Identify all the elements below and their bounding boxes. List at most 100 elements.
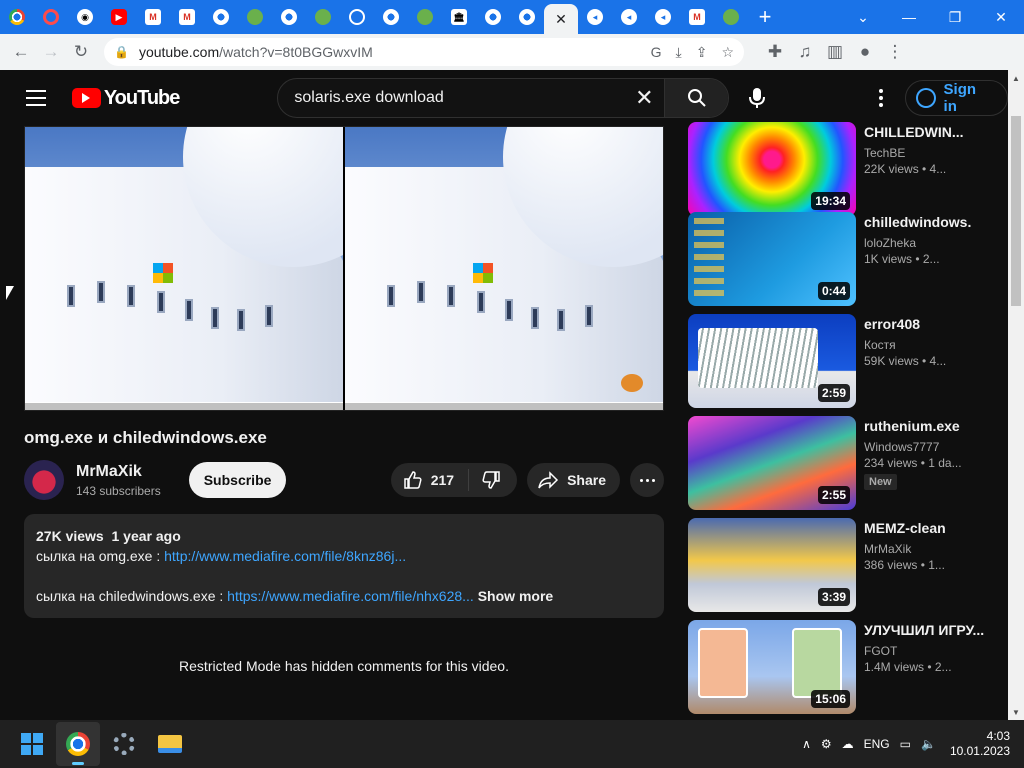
browser-tab[interactable]: [0, 0, 34, 34]
video-thumbnail[interactable]: 15:06: [688, 620, 856, 714]
recommendation-item[interactable]: 19:34 CHILLEDWIN... TechBE 22K views • 4..…: [688, 122, 1008, 216]
settings-menu-icon[interactable]: [869, 89, 893, 107]
install-app-icon[interactable]: ⤓: [676, 44, 682, 61]
video-thumbnail[interactable]: 2:55: [688, 416, 856, 510]
search-button[interactable]: [664, 79, 729, 117]
recommendation-item[interactable]: 3:39 MEMZ-clean MrMaXik 386 views • 1...: [688, 518, 1008, 612]
show-more-button[interactable]: Show more: [478, 588, 553, 604]
browser-tab[interactable]: M: [136, 0, 170, 34]
scroll-up-arrow-icon[interactable]: ▲: [1008, 70, 1024, 86]
scrollbar-thumb[interactable]: [1011, 116, 1021, 306]
error-icon: [153, 263, 173, 283]
sign-in-button[interactable]: Sign in: [904, 80, 1008, 116]
video-thumbnail[interactable]: 3:39: [688, 518, 856, 612]
clock[interactable]: 4:03 10.01.2023: [950, 729, 1010, 759]
back-button[interactable]: ←: [6, 37, 36, 67]
recommendation-item[interactable]: 0:44 chilledwindows. loloZheka 1K views • …: [688, 212, 1008, 306]
browser-tab[interactable]: [476, 0, 510, 34]
voice-search-button[interactable]: [737, 78, 777, 118]
share-button[interactable]: Share: [527, 463, 620, 497]
taskbar-file-explorer[interactable]: [148, 722, 192, 766]
recommendation-item[interactable]: 2:55 ruthenium.exe Windows7777 234 views •…: [688, 416, 1008, 510]
browser-menu-icon[interactable]: ⋮: [880, 37, 910, 67]
share-page-icon[interactable]: ⇪: [696, 44, 708, 61]
browser-tab[interactable]: ✕: [544, 4, 578, 34]
recommendation-item[interactable]: 2:59 error408 Костя 59K views • 4...: [688, 314, 1008, 408]
tray-app-icon[interactable]: ⚙: [821, 737, 832, 751]
address-bar[interactable]: 🔒 youtube.com/watch?v=8t0BGGwxvIM G ⤓ ⇪ …: [104, 38, 744, 66]
browser-tab[interactable]: ◂: [578, 0, 612, 34]
browser-tab[interactable]: [714, 0, 748, 34]
browser-tab[interactable]: [340, 0, 374, 34]
browser-tab[interactable]: 🏛: [442, 0, 476, 34]
language-indicator[interactable]: ENG: [864, 737, 890, 751]
video-player[interactable]: [24, 126, 664, 411]
recommendation-item[interactable]: 15:06 УЛУЧШИЛ ИГРУ... FGOT 1.4M views • 2.…: [688, 620, 1008, 714]
search-input[interactable]: solaris.exe download: [278, 89, 624, 107]
dislike-button[interactable]: [469, 470, 517, 490]
omg-download-link[interactable]: http://www.mediafire.com/file/8knz86j...: [164, 548, 406, 564]
browser-tab[interactable]: [510, 0, 544, 34]
minimize-button[interactable]: —: [886, 0, 932, 34]
browser-tab[interactable]: [238, 0, 272, 34]
channel-avatar[interactable]: [24, 460, 64, 500]
description-box[interactable]: 27K views 1 year ago сылка на omg.exe : …: [24, 514, 664, 618]
page-scrollbar[interactable]: ▲ ▼: [1008, 70, 1024, 720]
browser-tab[interactable]: [204, 0, 238, 34]
like-count: 217: [430, 472, 455, 488]
browser-tab[interactable]: [408, 0, 442, 34]
chiledwindows-download-link[interactable]: https://www.mediafire.com/file/nhx628...: [227, 588, 474, 604]
new-tab-button[interactable]: +: [748, 0, 782, 34]
side-panel-icon[interactable]: ▥: [820, 37, 850, 67]
taskbar-settings[interactable]: [102, 722, 146, 766]
like-button[interactable]: 217: [391, 469, 470, 491]
browser-tab[interactable]: ◂: [612, 0, 646, 34]
recommendation-title[interactable]: MEMZ-clean: [864, 518, 1004, 538]
media-controls-icon[interactable]: ♫: [790, 37, 820, 67]
duration-badge: 2:59: [817, 384, 850, 402]
volume-icon[interactable]: 🔈: [921, 737, 936, 751]
browser-tab[interactable]: ◉: [68, 0, 102, 34]
video-thumbnail[interactable]: 19:34: [688, 122, 856, 216]
recommendation-title[interactable]: УЛУЧШИЛ ИГРУ...: [864, 620, 1004, 640]
guide-menu-icon[interactable]: [26, 90, 46, 106]
browser-tab[interactable]: [34, 0, 68, 34]
browser-tab[interactable]: ◂: [646, 0, 680, 34]
recommendation-title[interactable]: error408: [864, 314, 1004, 334]
reload-button[interactable]: ↻: [66, 37, 96, 67]
bookmark-star-icon[interactable]: ☆: [721, 44, 734, 61]
more-actions-button[interactable]: [630, 463, 664, 497]
taskbar-chrome[interactable]: [56, 722, 100, 766]
lock-icon[interactable]: 🔒: [114, 45, 129, 59]
video-thumbnail[interactable]: 2:59: [688, 314, 856, 408]
subscribe-button[interactable]: Subscribe: [188, 462, 287, 498]
profile-icon[interactable]: ●: [850, 37, 880, 67]
browser-tab[interactable]: M: [680, 0, 714, 34]
blue-app-icon: ◂: [621, 9, 637, 25]
channel-name[interactable]: MrMaXik: [76, 463, 161, 481]
extensions-icon[interactable]: ✚: [760, 37, 790, 67]
browser-tab[interactable]: M: [170, 0, 204, 34]
network-icon[interactable]: ▭: [900, 737, 911, 751]
browser-tab[interactable]: [306, 0, 340, 34]
recommendation-title[interactable]: chilledwindows.: [864, 212, 1004, 232]
youtube-logo[interactable]: YouTube: [71, 87, 180, 110]
video-thumbnail[interactable]: 0:44: [688, 212, 856, 306]
tray-overflow-chevron-icon[interactable]: ∧: [802, 737, 811, 751]
google-lens-icon[interactable]: G: [651, 44, 662, 61]
close-window-button[interactable]: ✕: [978, 0, 1024, 34]
start-button[interactable]: [10, 722, 54, 766]
tray-cloud-icon[interactable]: ☁: [842, 737, 854, 751]
maximize-button[interactable]: ❐: [932, 0, 978, 34]
recommendation-title[interactable]: CHILLEDWIN...: [864, 122, 1004, 142]
browser-tab[interactable]: ▶: [102, 0, 136, 34]
browser-tab[interactable]: [374, 0, 408, 34]
forward-button[interactable]: →: [36, 37, 66, 67]
browser-tab[interactable]: [272, 0, 306, 34]
recommendation-title[interactable]: ruthenium.exe: [864, 416, 1004, 436]
clear-search-icon[interactable]: ✕: [624, 85, 664, 111]
close-icon[interactable]: ✕: [553, 11, 569, 27]
tab-search-icon[interactable]: ⌄: [840, 0, 886, 34]
clock-time: 4:03: [986, 729, 1010, 743]
scroll-down-arrow-icon[interactable]: ▼: [1008, 704, 1024, 720]
